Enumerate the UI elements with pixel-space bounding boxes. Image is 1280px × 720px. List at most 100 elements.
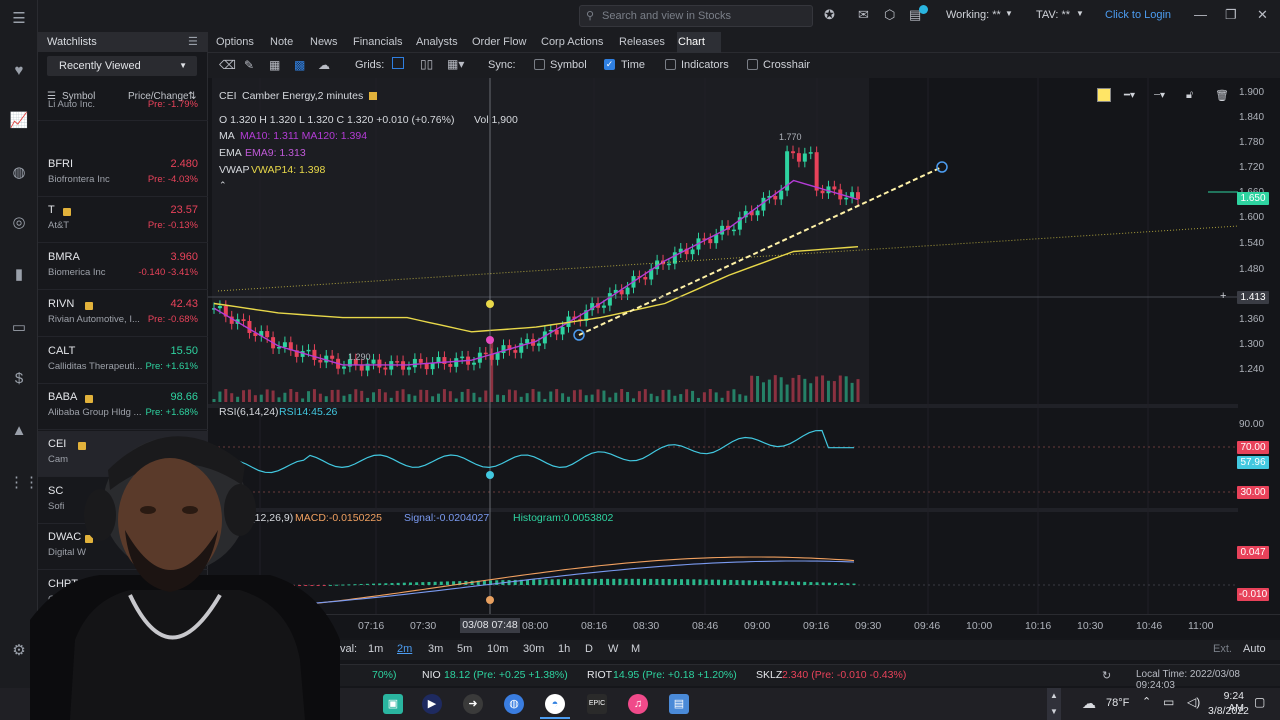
volume-bar (826, 380, 830, 402)
app-icon[interactable]: ➜ (463, 694, 483, 714)
apps-icon[interactable]: ⋮⋮ (9, 473, 39, 493)
wallet-icon[interactable]: ▭ (9, 318, 29, 338)
macd-histogram-bar (415, 582, 419, 585)
candle-body (471, 362, 476, 365)
globe-icon[interactable]: ◍ (9, 163, 29, 183)
volume-bar (566, 396, 570, 402)
list-item[interactable]: RIVN Rivian Automotive, I... 42.43 Pre: -0.… (38, 291, 208, 337)
volume-icon[interactable]: ◁) (1187, 695, 1200, 709)
ticker-symbol[interactable]: SKLZ (756, 669, 782, 681)
menu-icon[interactable]: ☰ (9, 9, 29, 29)
cloud-icon[interactable]: ☁ (318, 58, 330, 72)
dollar-icon[interactable]: $ (9, 369, 29, 389)
tav-status[interactable]: TAV: ** (1036, 9, 1070, 21)
grid-quad-icon[interactable]: ▦▾ (447, 57, 464, 71)
heart-icon[interactable]: ♥ (9, 61, 29, 81)
epic-icon[interactable]: EPIC (587, 694, 607, 714)
macd-histogram-bar (445, 581, 449, 585)
ext-button[interactable]: Ext. (1213, 643, 1232, 655)
line-style-icon[interactable]: ┄▾ (1154, 90, 1165, 101)
color-swatch[interactable] (1097, 88, 1111, 102)
tab-news[interactable]: News (310, 36, 338, 48)
list-icon[interactable]: ☰ (188, 35, 198, 48)
draw-icon[interactable]: ⌫ (219, 58, 236, 72)
chart-icon[interactable]: 📈 (9, 111, 29, 131)
volume-bar (649, 393, 653, 402)
indicators-checkbox[interactable] (665, 59, 676, 70)
tab-releases[interactable]: Releases (619, 36, 665, 48)
candle-body (560, 326, 565, 335)
layout-icon[interactable]: ▦ (269, 58, 280, 72)
notifications-icon[interactable]: ▢ (1254, 695, 1265, 709)
search-input[interactable]: ⚲ Search and view in Stocks (579, 5, 813, 27)
time-checkbox[interactable]: ✓ (604, 59, 615, 70)
plus-icon[interactable]: + (1220, 290, 1226, 302)
interval-w[interactable]: W (608, 643, 618, 655)
radar-icon[interactable]: ◎ (9, 213, 29, 233)
close-icon[interactable]: ✕ (1257, 7, 1268, 23)
working-status[interactable]: Working: ** (946, 9, 1001, 21)
network-icon[interactable]: ▭ (1163, 695, 1174, 709)
collapse-icon[interactable]: ⌃ (219, 180, 227, 191)
volume-bar (850, 382, 854, 402)
macd-histogram-bar (815, 582, 819, 585)
ticker-symbol[interactable]: RIOT (587, 669, 612, 681)
interval-1h[interactable]: 1h (558, 643, 570, 655)
list-item[interactable]: CALT Calliditas Therapeuti... 15.50 Pre: +1… (38, 338, 208, 384)
interval-m[interactable]: M (631, 643, 640, 655)
webull-icon[interactable]: ◓ (545, 694, 565, 714)
lock-icon[interactable]: 🔓︎ (1186, 89, 1193, 102)
trade-icon[interactable]: ▮ (9, 265, 29, 285)
music-icon[interactable]: ♫ (628, 694, 648, 714)
grid-layout-icon[interactable]: ▩ (294, 58, 305, 72)
list-item[interactable]: Li Auto Inc. Pre: -1.79% (38, 91, 208, 121)
tab-chart[interactable]: Chart (678, 36, 705, 48)
ticker-symbol[interactable]: NIO (422, 669, 441, 681)
interval-1m[interactable]: 1m (368, 643, 383, 655)
symbol-checkbox[interactable] (534, 59, 545, 70)
broadcast-icon[interactable]: ✪ (824, 7, 835, 23)
scroll-arrows[interactable]: ▲ ▼ (1047, 688, 1061, 720)
tab-note[interactable]: Note (270, 36, 293, 48)
watchlist-select[interactable]: Recently Viewed ▼ (47, 56, 197, 76)
notepad-icon[interactable]: ▤ (669, 694, 689, 714)
pen-icon[interactable]: ✎ (244, 58, 254, 72)
interval-5m[interactable]: 5m (457, 643, 472, 655)
auto-button[interactable]: Auto (1243, 643, 1266, 655)
tab-order-flow[interactable]: Order Flow (472, 36, 526, 48)
alert-icon[interactable]: ▲ (9, 421, 29, 441)
interval-10m[interactable]: 10m (487, 643, 508, 655)
interval-2m[interactable]: 2m (397, 643, 412, 655)
grid-split-icon[interactable]: ▯▯ (420, 57, 433, 71)
crosshair-checkbox[interactable] (747, 59, 758, 70)
app-icon[interactable]: ▣ (383, 694, 403, 714)
minimize-icon[interactable]: — (1194, 7, 1207, 22)
chevron-up-icon[interactable]: ⌃ (1142, 695, 1151, 708)
volume-bar (472, 392, 476, 402)
settings-icon[interactable]: ⚙ (9, 641, 29, 661)
grid-single-icon[interactable] (392, 57, 404, 69)
line-width-icon[interactable]: ━▾ (1124, 90, 1135, 101)
price-tick-label: 1.720 (1239, 162, 1265, 173)
row-company: Li Auto Inc. (48, 99, 96, 110)
list-item[interactable]: BFRI Biofrontera Inc 2.480 Pre: -4.03% (38, 151, 208, 197)
candle-body (690, 249, 695, 255)
refresh-icon[interactable]: ↻ (1102, 669, 1111, 682)
tab-options[interactable]: Options (216, 36, 254, 48)
app-icon[interactable]: ▶ (422, 694, 442, 714)
tab-analysts[interactable]: Analysts (416, 36, 458, 48)
restore-icon[interactable]: ❐ (1225, 7, 1237, 23)
trash-icon[interactable]: 🗑︎ (1215, 89, 1229, 102)
interval-3m[interactable]: 3m (428, 643, 443, 655)
interval-d[interactable]: D (585, 643, 593, 655)
interval-30m[interactable]: 30m (523, 643, 544, 655)
tab-corp-actions[interactable]: Corp Actions (541, 36, 603, 48)
tab-financials[interactable]: Financials (353, 36, 403, 48)
list-item[interactable]: BMRA Biomerica Inc 3.960 -0.140 -3.41% (38, 244, 208, 291)
mail-icon[interactable]: ✉ (858, 7, 869, 23)
macd-histogram-bar (341, 584, 345, 586)
list-item[interactable]: T At&T 23.57 Pre: -0.13% (38, 197, 208, 244)
app-icon[interactable]: ◍ (504, 694, 524, 714)
box-icon[interactable]: ⬡ (884, 7, 895, 23)
login-link[interactable]: Click to Login (1105, 9, 1171, 21)
